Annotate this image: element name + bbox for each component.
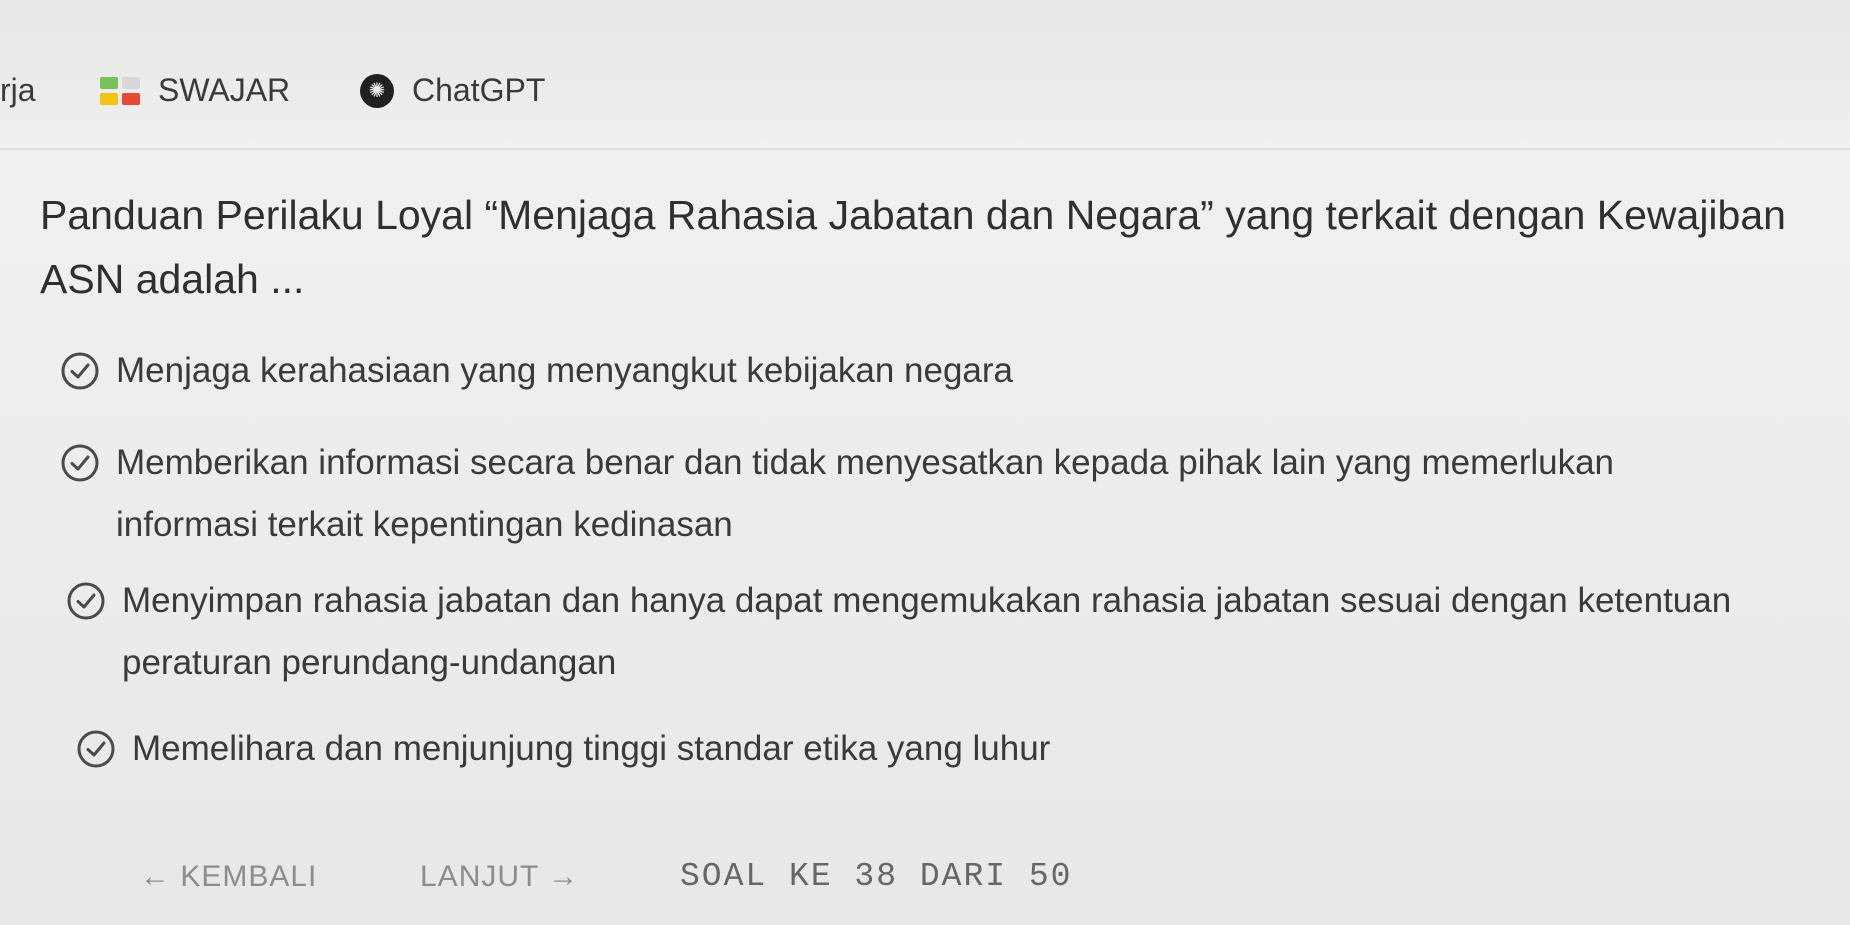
back-button[interactable]: ← KEMBALI bbox=[140, 860, 317, 894]
answer-option[interactable]: Menyimpan rahasia jabatan dan hanya dapa… bbox=[66, 570, 1766, 694]
bookmark-label: rja bbox=[0, 72, 36, 108]
check-circle-icon bbox=[76, 729, 116, 769]
check-circle-icon bbox=[60, 351, 100, 391]
check-circle-icon bbox=[60, 443, 100, 483]
next-button[interactable]: LANJUT → bbox=[420, 860, 579, 894]
answer-option[interactable]: Memelihara dan menjunjung tinggi standar… bbox=[76, 718, 1776, 780]
bookmarks-bar: rja SWAJAR ✺ ChatGPT bbox=[0, 0, 1850, 150]
bookmark-label: ChatGPT bbox=[412, 72, 546, 108]
bookmark-chatgpt[interactable]: ✺ ChatGPT bbox=[360, 72, 545, 109]
answer-option-text: Menjaga kerahasiaan yang menyangkut kebi… bbox=[116, 351, 1013, 390]
answer-option[interactable]: Menjaga kerahasiaan yang menyangkut kebi… bbox=[60, 340, 1760, 402]
swajar-grid-icon bbox=[100, 76, 140, 105]
check-circle-icon bbox=[66, 581, 106, 621]
chatgpt-logo-icon: ✺ bbox=[360, 73, 394, 108]
answer-option-text: Memberikan informasi secara benar dan ti… bbox=[116, 443, 1615, 544]
question-counter: SOAL KE 38 DARI 50 bbox=[680, 858, 1073, 895]
bookmark-partial[interactable]: rja bbox=[0, 72, 36, 109]
question-text: Panduan Perilaku Loyal “Menjaga Rahasia … bbox=[40, 192, 1786, 302]
answer-option-text: Memelihara dan menjunjung tinggi standar… bbox=[132, 729, 1051, 768]
bookmark-label: SWAJAR bbox=[158, 72, 291, 108]
bookmark-swajar[interactable]: SWAJAR bbox=[100, 72, 290, 109]
answer-option-text: Menyimpan rahasia jabatan dan hanya dapa… bbox=[122, 581, 1732, 682]
answer-option[interactable]: Memberikan informasi secara benar dan ti… bbox=[60, 432, 1760, 556]
